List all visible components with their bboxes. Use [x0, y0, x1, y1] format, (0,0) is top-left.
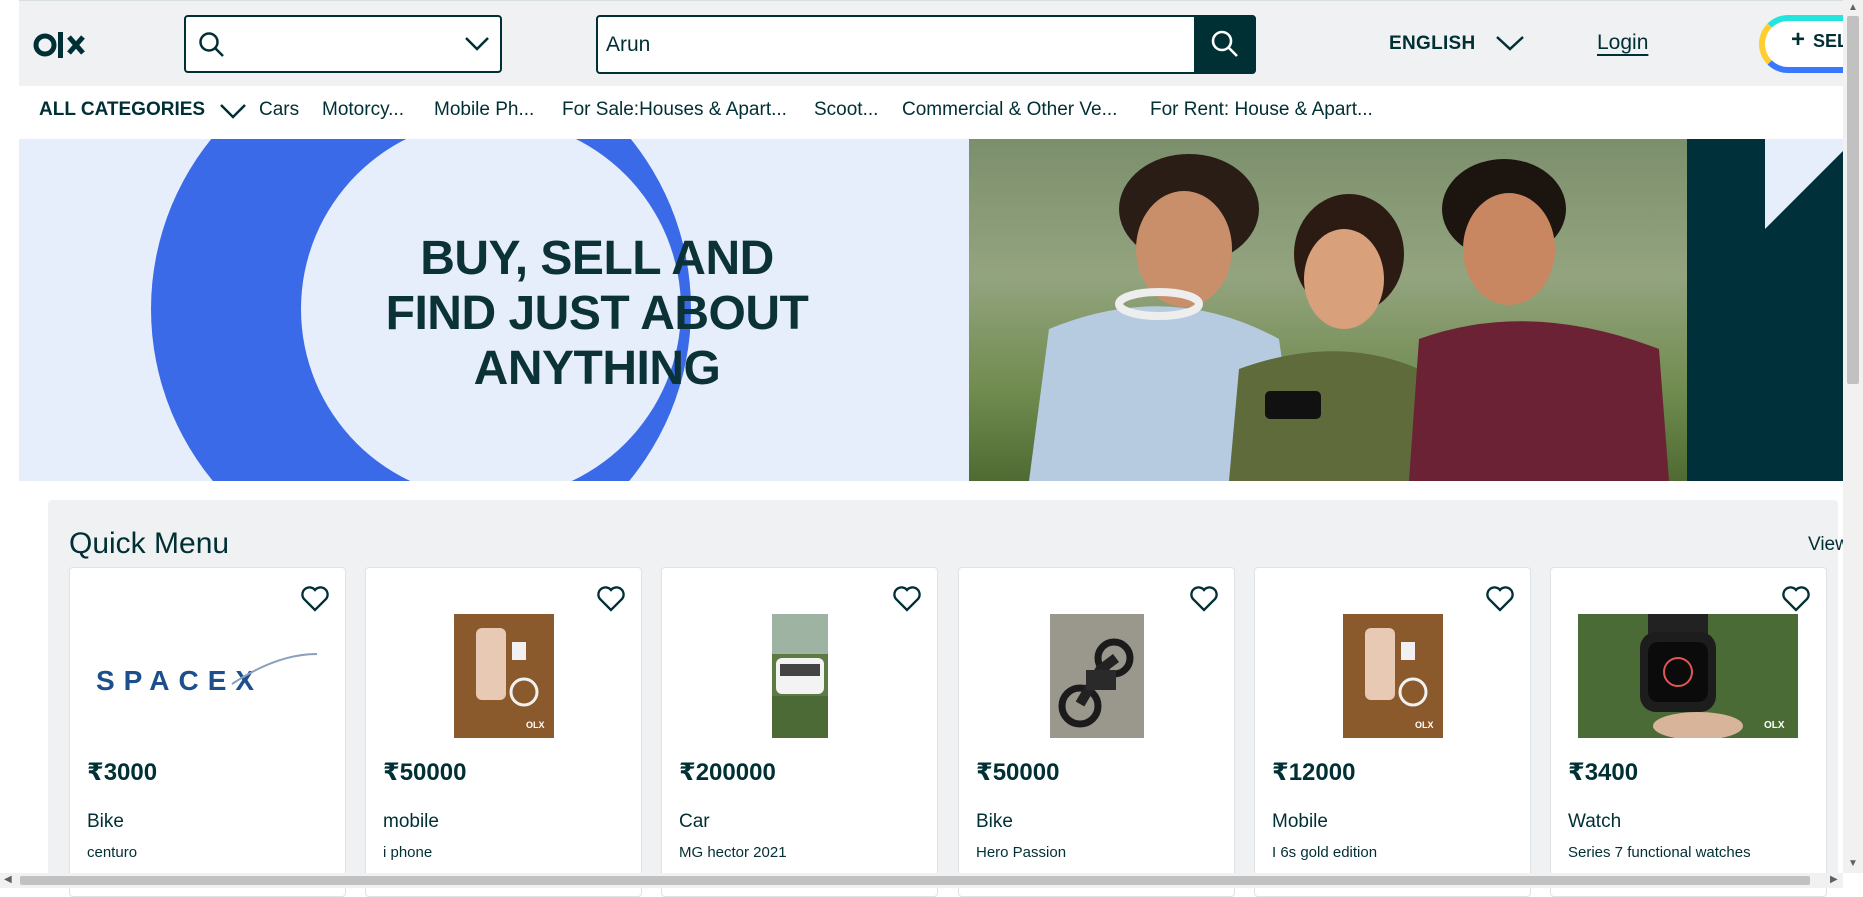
listing-title: Watch — [1568, 811, 1622, 832]
top-header: ENGLISH Login + SELL — [19, 0, 1863, 87]
page: ENGLISH Login + SELL ALL CATEGORIES Cars… — [0, 0, 1863, 897]
scroll-up-icon[interactable]: ▲ — [1848, 2, 1858, 13]
listing-card[interactable]: SPACEX ₹3000 Bike centuro — [69, 567, 346, 897]
search-button[interactable] — [1194, 15, 1256, 74]
horizontal-scroll-thumb[interactable] — [20, 876, 1810, 885]
banner-next-arrow[interactable] — [1687, 139, 1843, 481]
listing-title: Mobile — [1272, 811, 1328, 832]
banner-photo — [969, 139, 1687, 481]
category-link-commercial-vehicles[interactable]: Commercial & Other Ve... — [902, 99, 1117, 121]
chevron-down-icon[interactable] — [219, 100, 247, 122]
search-box — [596, 15, 1256, 74]
car-image — [772, 614, 828, 738]
phone-image: OLX — [454, 614, 554, 738]
heart-icon[interactable] — [1190, 586, 1218, 612]
listing-title: Bike — [976, 811, 1013, 832]
listing-subtitle: MG hector 2021 — [679, 844, 787, 861]
listing-card[interactable]: OLX ₹50000 mobile i phone — [365, 567, 642, 897]
listing-card[interactable]: OLX ₹3400 Watch Series 7 functional watc… — [1550, 567, 1827, 897]
banner-headline: BUY, SELL AND FIND JUST ABOUT ANYTHING — [337, 231, 857, 396]
listing-subtitle: i phone — [383, 844, 433, 861]
listing-card[interactable]: OLX ₹12000 Mobile I 6s gold edition — [1254, 567, 1531, 897]
language-selector[interactable]: ENGLISH — [1389, 33, 1476, 55]
quick-menu-title: Quick Menu — [69, 527, 230, 560]
category-link-motorcycles[interactable]: Motorcy... — [322, 99, 404, 121]
vertical-scroll-thumb[interactable] — [1847, 16, 1859, 384]
heart-icon[interactable] — [597, 586, 625, 612]
category-link-cars[interactable]: Cars — [259, 99, 299, 121]
svg-text:OLX: OLX — [1764, 720, 1785, 731]
hero-banner[interactable]: BUY, SELL AND FIND JUST ABOUT ANYTHING — [19, 139, 1843, 481]
listing-subtitle: Hero Passion — [976, 844, 1067, 861]
spacex-logo-image: SPACEX — [92, 614, 322, 738]
listing-price: ₹3400 — [1568, 759, 1639, 786]
bike-image — [1050, 614, 1144, 738]
olx-logo[interactable] — [33, 29, 93, 61]
login-link[interactable]: Login — [1597, 31, 1648, 55]
chevron-down-icon — [465, 37, 489, 51]
category-link-for-rent-houses[interactable]: For Rent: House & Apart... — [1150, 99, 1373, 121]
listing-price: ₹50000 — [976, 759, 1060, 786]
listing-subtitle: I 6s gold edition — [1272, 844, 1378, 861]
category-link-scooters[interactable]: Scoot... — [814, 99, 878, 121]
watch-image: OLX — [1578, 614, 1798, 740]
banner-line: BUY, SELL AND — [420, 232, 774, 285]
listing-title: Car — [679, 811, 710, 832]
scroll-right-icon[interactable]: ▶ — [1830, 874, 1838, 885]
listing-card[interactable]: ₹200000 Car MG hector 2021 — [661, 567, 938, 897]
svg-text:OLX: OLX — [526, 720, 545, 730]
listing-title: Bike — [87, 811, 124, 832]
scroll-down-icon[interactable]: ▼ — [1848, 858, 1858, 869]
listing-price: ₹12000 — [1272, 759, 1356, 786]
listing-price: ₹3000 — [87, 759, 158, 786]
category-link-mobile-phones[interactable]: Mobile Ph... — [434, 99, 534, 121]
quick-menu: Quick Menu View SPACEX ₹3000 Bike centur… — [48, 500, 1849, 897]
listing-price: ₹50000 — [383, 759, 467, 786]
search-icon — [1211, 30, 1238, 57]
heart-icon[interactable] — [1782, 586, 1810, 612]
svg-text:OLX: OLX — [1415, 720, 1434, 730]
category-nav: ALL CATEGORIES Cars Motorcy... Mobile Ph… — [19, 86, 1843, 138]
plus-icon: + — [1791, 26, 1806, 53]
search-icon — [199, 32, 224, 57]
heart-icon[interactable] — [893, 586, 921, 612]
listing-card[interactable]: ₹50000 Bike Hero Passion — [958, 567, 1235, 897]
heart-icon[interactable] — [301, 586, 329, 612]
all-categories-toggle[interactable]: ALL CATEGORIES — [39, 99, 205, 121]
banner-line: FIND JUST ABOUT — [385, 287, 809, 340]
banner-line: ANYTHING — [473, 342, 721, 395]
listing-price: ₹200000 — [679, 759, 776, 786]
search-input[interactable] — [604, 23, 1158, 67]
phone-image: OLX — [1343, 614, 1443, 738]
listing-subtitle: Series 7 functional watches — [1568, 844, 1751, 861]
chevron-down-icon[interactable] — [1495, 33, 1525, 53]
listing-subtitle: centuro — [87, 844, 138, 861]
category-link-for-sale-houses[interactable]: For Sale:Houses & Apart... — [562, 99, 787, 121]
listing-title: mobile — [383, 811, 439, 832]
banner-graphic: BUY, SELL AND FIND JUST ABOUT ANYTHING — [19, 139, 969, 481]
heart-icon[interactable] — [1486, 586, 1514, 612]
scroll-left-icon[interactable]: ◀ — [4, 874, 12, 885]
location-select[interactable] — [184, 15, 502, 73]
